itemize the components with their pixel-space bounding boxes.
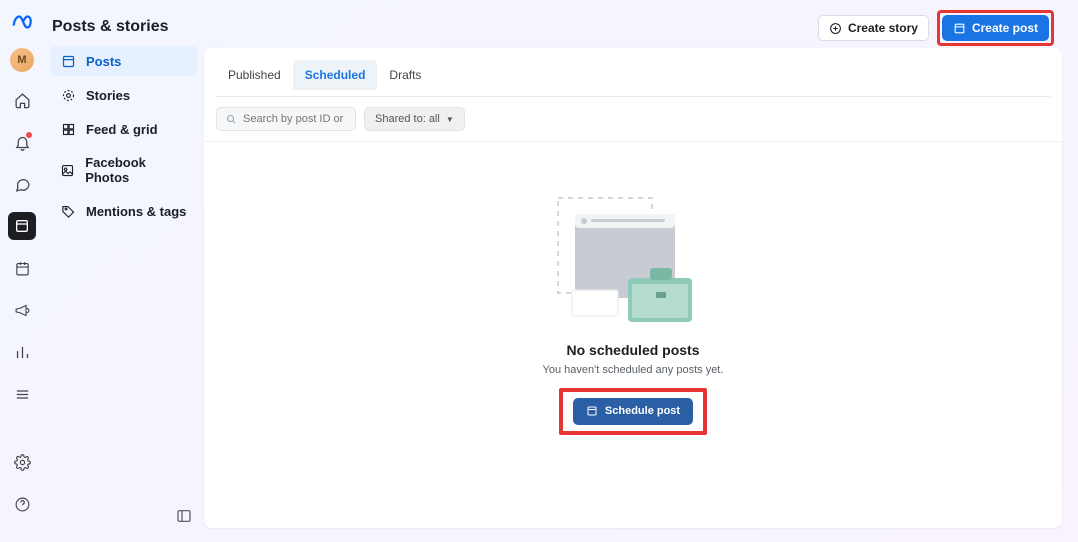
sidebar-item-label: Facebook Photos: [85, 155, 188, 185]
menu-icon[interactable]: [8, 380, 36, 408]
post-icon: [586, 405, 599, 418]
tabs: Published Scheduled Drafts: [204, 48, 1062, 90]
empty-title: No scheduled posts: [566, 342, 699, 358]
schedule-post-highlight: Schedule post: [559, 388, 707, 435]
icon-rail: M: [0, 0, 44, 542]
create-story-button[interactable]: Create story: [818, 15, 929, 41]
create-post-highlight: Create post: [937, 10, 1054, 46]
filters-row: Shared to: all ▼: [204, 97, 1062, 141]
chat-icon[interactable]: [8, 170, 36, 198]
tab-drafts[interactable]: Drafts: [377, 60, 433, 90]
posts-icon: [60, 53, 76, 69]
plus-circle-icon: [829, 22, 842, 35]
caret-down-icon: ▼: [446, 115, 454, 124]
settings-icon[interactable]: [8, 448, 36, 476]
post-icon: [953, 22, 966, 35]
avatar[interactable]: M: [10, 48, 34, 72]
tag-icon: [60, 203, 76, 219]
empty-illustration: [553, 196, 713, 336]
sidebar-item-posts[interactable]: Posts: [50, 46, 198, 76]
search-icon: [225, 113, 237, 125]
grid-icon: [60, 121, 76, 137]
content-panel: Published Scheduled Drafts Shared to: al…: [204, 48, 1062, 528]
megaphone-icon[interactable]: [8, 296, 36, 324]
calendar-icon[interactable]: [8, 254, 36, 282]
button-label: Create post: [972, 21, 1038, 35]
main-area: Posts & stories Create story Create post…: [204, 0, 1078, 542]
photos-icon: [60, 162, 75, 178]
meta-logo[interactable]: [10, 10, 34, 34]
empty-state: No scheduled posts You haven't scheduled…: [204, 142, 1062, 528]
sidebar-item-feed[interactable]: Feed & grid: [50, 114, 198, 144]
button-label: Create story: [848, 21, 918, 35]
tab-scheduled[interactable]: Scheduled: [293, 60, 378, 90]
stories-icon: [60, 87, 76, 103]
sidebar-item-label: Stories: [86, 88, 130, 103]
tab-published[interactable]: Published: [216, 60, 293, 90]
sidebar-item-label: Feed & grid: [86, 122, 158, 137]
collapse-sidebar-icon[interactable]: [176, 508, 194, 526]
bell-icon[interactable]: [8, 128, 36, 156]
insights-icon[interactable]: [8, 338, 36, 366]
sidebar-item-photos[interactable]: Facebook Photos: [50, 148, 198, 192]
search-input[interactable]: [243, 113, 347, 125]
empty-subtitle: You haven't scheduled any posts yet.: [543, 364, 724, 376]
create-post-button[interactable]: Create post: [942, 15, 1049, 41]
search-input-wrap[interactable]: [216, 107, 356, 131]
sidebar-item-stories[interactable]: Stories: [50, 80, 198, 110]
page-title: Posts & stories: [52, 18, 168, 36]
chip-label: Shared to: all: [375, 113, 440, 125]
content-icon[interactable]: [8, 212, 36, 240]
sidebar-item-mentions[interactable]: Mentions & tags: [50, 196, 198, 226]
help-icon[interactable]: [8, 490, 36, 518]
button-label: Schedule post: [605, 405, 680, 417]
schedule-post-button[interactable]: Schedule post: [573, 398, 693, 425]
secondary-sidebar: Posts Stories Feed & grid Facebook Photo…: [44, 0, 204, 542]
sidebar-item-label: Mentions & tags: [86, 204, 186, 219]
sidebar-item-label: Posts: [86, 54, 121, 69]
shared-to-filter[interactable]: Shared to: all ▼: [364, 107, 465, 131]
home-icon[interactable]: [8, 86, 36, 114]
